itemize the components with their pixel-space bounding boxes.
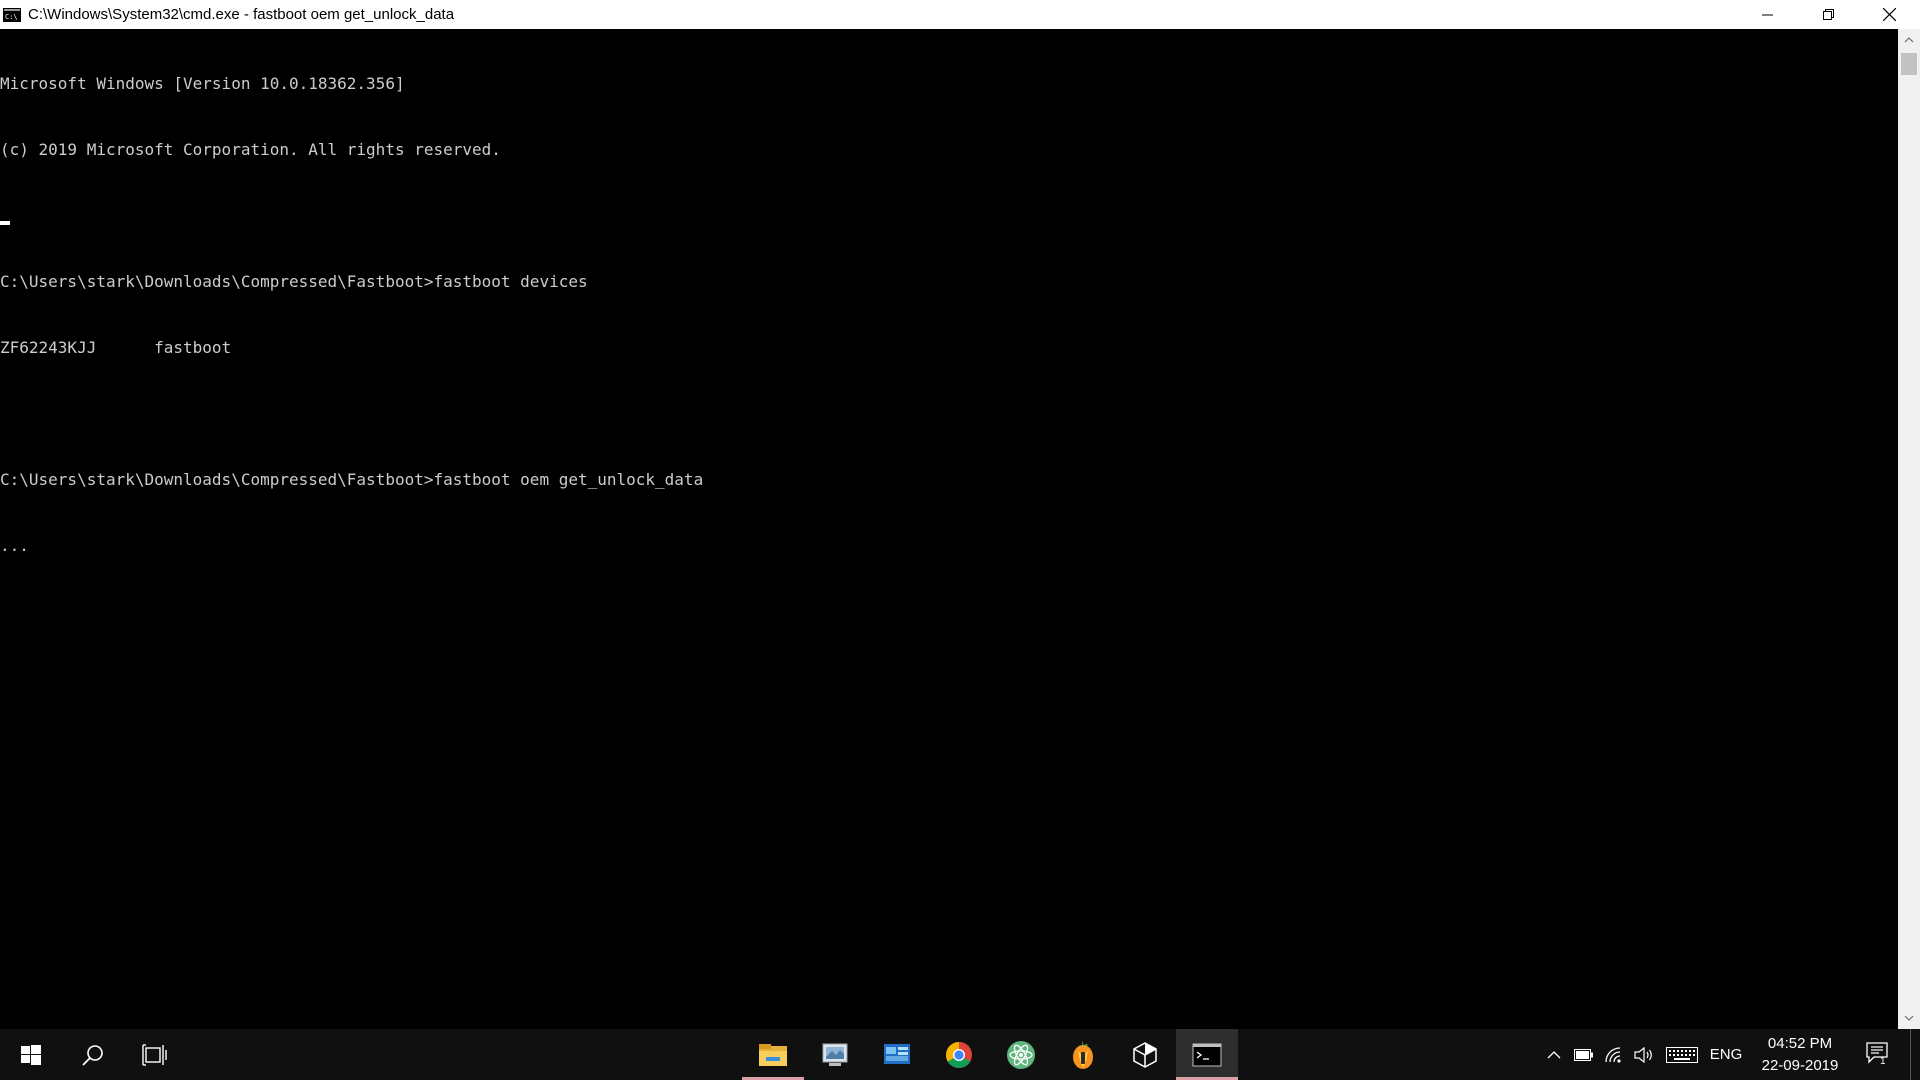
- file-explorer-icon: [759, 1043, 787, 1066]
- taskbar-app-file-explorer[interactable]: [742, 1029, 804, 1080]
- keyboard-icon: [1666, 1046, 1698, 1063]
- taskbar-app-chrome[interactable]: [928, 1029, 990, 1080]
- clock-time: 04:52 PM: [1767, 1034, 1833, 1052]
- console-line: C:\Users\stark\Downloads\Compressed\Fast…: [0, 470, 704, 489]
- wifi-icon: [1605, 1046, 1621, 1063]
- battery-icon: [1574, 1048, 1593, 1061]
- console-line: C:\Users\stark\Downloads\Compressed\Fast…: [0, 272, 588, 291]
- scrollbar-thumb[interactable]: [1901, 53, 1917, 75]
- console-line: ...: [0, 536, 29, 555]
- chevron-up-icon: [1904, 37, 1914, 43]
- chrome-icon: [945, 1041, 972, 1068]
- control-panel-icon: [822, 1043, 848, 1066]
- taskbar-app-atom[interactable]: [990, 1029, 1052, 1080]
- search-button[interactable]: [62, 1029, 124, 1080]
- close-icon: [1883, 8, 1896, 21]
- svg-text:C:\: C:\: [5, 13, 18, 21]
- console-line: Microsoft Windows [Version 10.0.18362.35…: [0, 74, 405, 93]
- touch-keyboard-button[interactable]: [1660, 1029, 1704, 1080]
- action-center-button[interactable]: 1: [1860, 1029, 1900, 1080]
- volume-icon: [1634, 1046, 1652, 1063]
- window-title: C:\Windows\System32\cmd.exe - fastboot o…: [28, 6, 455, 23]
- command-prompt-icon: [1192, 1043, 1222, 1066]
- volume-button[interactable]: [1630, 1029, 1658, 1080]
- restore-button[interactable]: [1798, 0, 1859, 29]
- scroll-down-button[interactable]: [1898, 1007, 1920, 1029]
- close-button[interactable]: [1859, 0, 1920, 29]
- fl-studio-icon: [1073, 1040, 1093, 1069]
- taskbar-app-command-prompt[interactable]: [1176, 1029, 1238, 1080]
- notification-icon-wrap: 1: [1866, 1041, 1894, 1068]
- cmd-window: C:\ C:\Windows\System32\cmd.exe - fastbo…: [0, 0, 1920, 1029]
- atom-icon: [1007, 1040, 1035, 1069]
- show-hidden-icons-button[interactable]: [1540, 1029, 1568, 1080]
- clock-date: 22-09-2019: [1761, 1056, 1839, 1074]
- clock[interactable]: 04:52 PM 22-09-2019: [1750, 1029, 1850, 1080]
- taskbar: ENG 04:52 PM 22-09-2019 1: [0, 1029, 1920, 1080]
- restore-icon: [1822, 8, 1834, 20]
- taskbar-app-unity[interactable]: [1114, 1029, 1176, 1080]
- minimize-button[interactable]: [1737, 0, 1798, 29]
- start-button[interactable]: [0, 1029, 62, 1080]
- cmd-app-icon[interactable]: C:\: [2, 7, 22, 23]
- notification-icon: [1866, 1041, 1888, 1064]
- taskbar-app-control-panel[interactable]: [804, 1029, 866, 1080]
- system-app-icon: [884, 1043, 910, 1064]
- chevron-up-icon: [1547, 1050, 1561, 1058]
- windows-start-icon: [21, 1044, 41, 1065]
- search-icon: [82, 1044, 103, 1066]
- taskbar-app-system[interactable]: [866, 1029, 928, 1080]
- minimize-icon: [1761, 14, 1773, 15]
- vertical-scrollbar[interactable]: [1898, 29, 1920, 1029]
- text-cursor: [0, 221, 10, 225]
- title-bar[interactable]: C:\ C:\Windows\System32\cmd.exe - fastbo…: [0, 0, 1920, 29]
- console-line: (c) 2019 Microsoft Corporation. All righ…: [0, 140, 501, 159]
- window-controls: [1737, 0, 1920, 29]
- language-label: ENG: [1709, 1046, 1743, 1063]
- notification-count: 1: [1880, 1055, 1886, 1067]
- language-indicator[interactable]: ENG: [1706, 1029, 1746, 1080]
- network-button[interactable]: [1600, 1029, 1628, 1080]
- task-view-button[interactable]: [124, 1029, 186, 1080]
- chevron-down-icon: [1904, 1015, 1914, 1021]
- unity-icon: [1133, 1041, 1157, 1068]
- scroll-up-button[interactable]: [1898, 29, 1920, 51]
- taskbar-app-fl-studio[interactable]: [1052, 1029, 1114, 1080]
- show-desktop-button[interactable]: [1910, 1029, 1920, 1080]
- console-line: ZF62243KJJ fastboot: [0, 338, 232, 357]
- battery-button[interactable]: [1570, 1029, 1598, 1080]
- task-view-icon: [142, 1043, 167, 1066]
- console-output[interactable]: Microsoft Windows [Version 10.0.18362.35…: [0, 29, 1898, 1029]
